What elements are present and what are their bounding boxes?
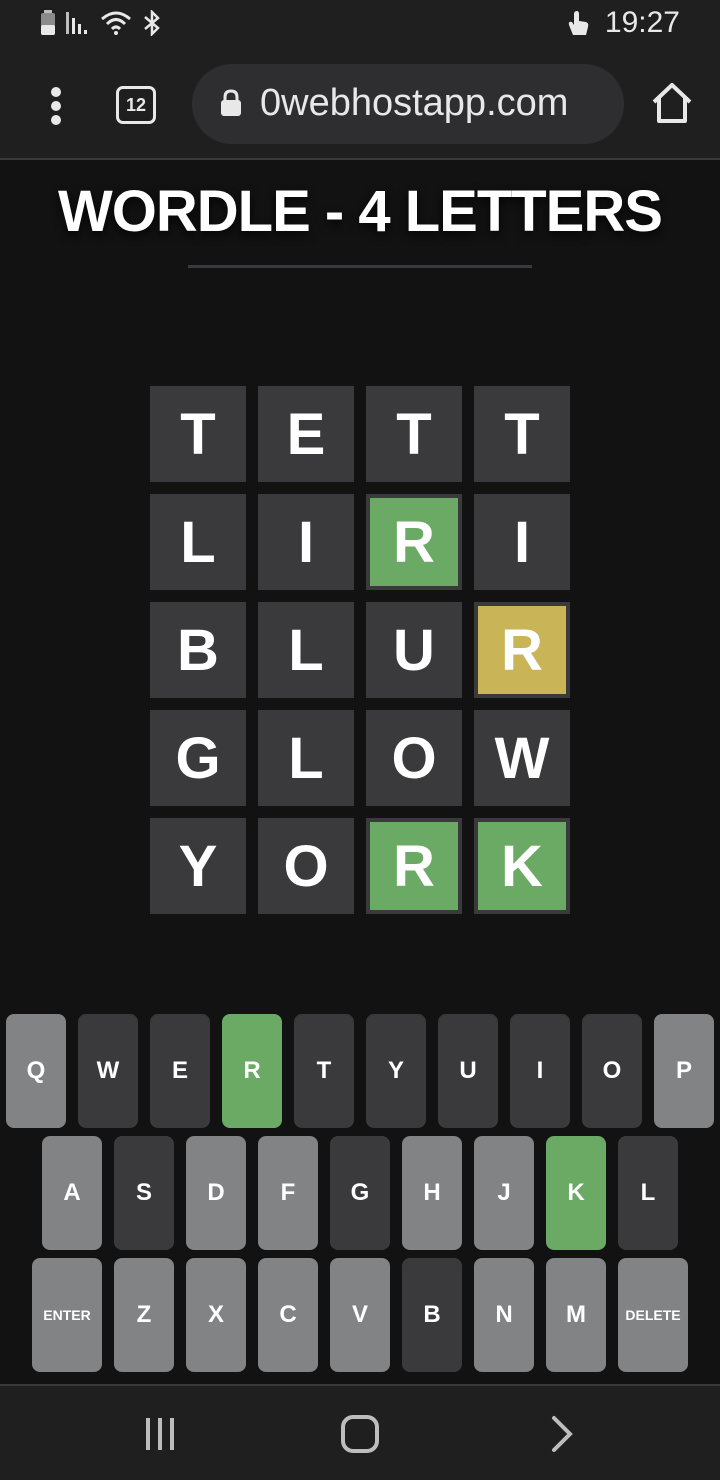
key-u[interactable]: U	[438, 1014, 498, 1128]
key-f[interactable]: F	[258, 1136, 318, 1250]
address-bar[interactable]: 0webhostapp.com	[192, 64, 624, 144]
key-l[interactable]: L	[618, 1136, 678, 1250]
key-r[interactable]: R	[222, 1014, 282, 1128]
board-tile: Y	[150, 818, 246, 914]
board-tile: I	[258, 494, 354, 590]
key-o[interactable]: O	[582, 1014, 642, 1128]
bluetooth-icon	[144, 10, 160, 36]
board-tile: U	[366, 602, 462, 698]
lock-icon	[221, 89, 241, 116]
status-bar: 19:27	[0, 0, 720, 50]
game-board: TETTLIRIBLURGLOWYORK	[150, 386, 570, 914]
key-i[interactable]: I	[510, 1014, 570, 1128]
status-time: 19:27	[604, 6, 680, 39]
battery-icon	[41, 10, 55, 35]
wifi-icon	[101, 11, 131, 35]
keyboard-row-3: ENTER Z X C V B N M DELETE	[0, 1258, 720, 1372]
key-e[interactable]: E	[150, 1014, 210, 1128]
board-tile: R	[366, 818, 462, 914]
back-button[interactable]	[540, 1412, 584, 1456]
key-z[interactable]: Z	[114, 1258, 174, 1372]
key-w[interactable]: W	[78, 1014, 138, 1128]
key-a[interactable]: A	[42, 1136, 102, 1250]
system-nav-bar	[0, 1384, 720, 1480]
board-tile: G	[150, 710, 246, 806]
url-text: 0webhostapp.com	[260, 82, 569, 124]
key-y[interactable]: Y	[366, 1014, 426, 1128]
key-c[interactable]: C	[258, 1258, 318, 1372]
signal-icon	[66, 12, 87, 34]
board-tile: L	[150, 494, 246, 590]
board-tile: K	[474, 818, 570, 914]
key-k[interactable]: K	[546, 1136, 606, 1250]
key-m[interactable]: M	[546, 1258, 606, 1372]
key-j[interactable]: J	[474, 1136, 534, 1250]
board-tile: T	[366, 386, 462, 482]
board-tile: B	[150, 602, 246, 698]
back-icon	[552, 1416, 573, 1452]
key-s[interactable]: S	[114, 1136, 174, 1250]
board-tile: T	[150, 386, 246, 482]
key-delete[interactable]: DELETE	[618, 1258, 688, 1372]
recent-apps-icon	[146, 1418, 174, 1450]
menu-button[interactable]	[36, 84, 76, 128]
status-icons-right: 19:27	[565, 6, 680, 40]
board-tile: W	[474, 710, 570, 806]
key-d[interactable]: D	[186, 1136, 246, 1250]
page-title: WORDLE - 4 LETTERS	[58, 179, 663, 244]
board-tile: O	[366, 710, 462, 806]
board-tile: E	[258, 386, 354, 482]
key-h[interactable]: H	[402, 1136, 462, 1250]
key-x[interactable]: X	[186, 1258, 246, 1372]
key-enter[interactable]: ENTER	[32, 1258, 102, 1372]
key-v[interactable]: V	[330, 1258, 390, 1372]
home-nav-button[interactable]	[338, 1412, 382, 1456]
hand-icon	[568, 11, 589, 35]
keyboard-row-2: ASDFGHJKL	[0, 1136, 720, 1250]
board-tile: I	[474, 494, 570, 590]
key-b[interactable]: B	[402, 1258, 462, 1372]
key-q[interactable]: Q	[6, 1014, 66, 1128]
status-icons-left	[40, 10, 162, 36]
board-tile: R	[474, 602, 570, 698]
key-t[interactable]: T	[294, 1014, 354, 1128]
tab-switcher-button[interactable]: 12	[116, 86, 156, 124]
board-tile: L	[258, 602, 354, 698]
home-button[interactable]	[650, 80, 694, 126]
key-g[interactable]: G	[330, 1136, 390, 1250]
home-icon	[652, 83, 692, 123]
board-tile: T	[474, 386, 570, 482]
board-tile: L	[258, 710, 354, 806]
key-p[interactable]: P	[654, 1014, 714, 1128]
home-circle-icon	[341, 1415, 379, 1453]
more-vert-icon	[51, 87, 61, 125]
title-divider	[188, 265, 532, 268]
key-n[interactable]: N	[474, 1258, 534, 1372]
board-tile: O	[258, 818, 354, 914]
browser-toolbar: 12 0webhostapp.com	[0, 50, 720, 160]
board-tile: R	[366, 494, 462, 590]
keyboard-row-1: QWERTYUIOP	[0, 1014, 720, 1128]
recent-apps-button[interactable]	[138, 1412, 182, 1456]
